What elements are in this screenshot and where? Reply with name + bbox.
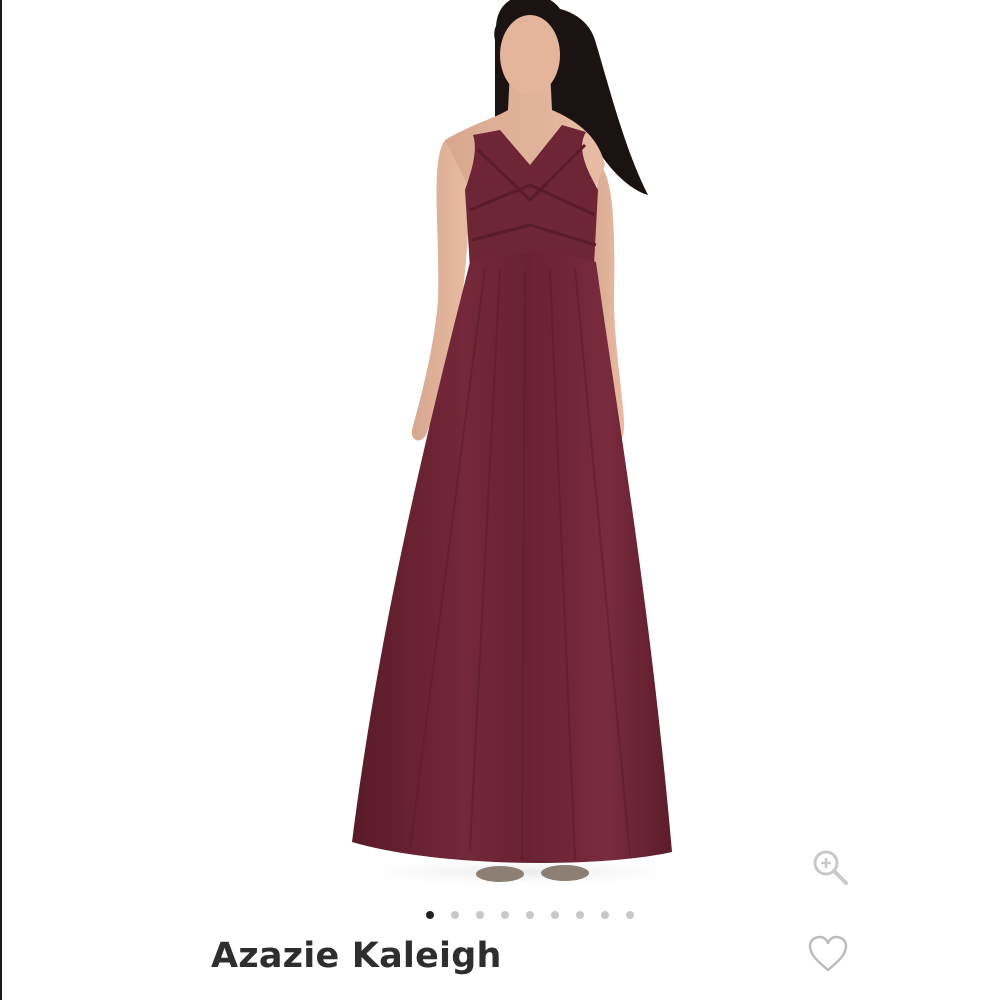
face <box>500 15 560 95</box>
pager-dot[interactable] <box>551 911 559 919</box>
pager-dot[interactable] <box>451 911 459 919</box>
pager-dot[interactable] <box>626 911 634 919</box>
pager-dot[interactable] <box>576 911 584 919</box>
right-shoe <box>541 865 589 881</box>
product-title: Azazie Kaleigh <box>211 936 502 976</box>
pager-dot[interactable] <box>501 911 509 919</box>
left-shoe <box>476 866 524 882</box>
image-pager <box>0 908 1000 922</box>
zoom-button[interactable] <box>808 845 852 889</box>
favorite-button[interactable] <box>806 934 850 974</box>
pager-dot[interactable] <box>601 911 609 919</box>
product-photo[interactable] <box>0 0 1000 895</box>
skirt <box>352 253 672 863</box>
pager-dot[interactable] <box>426 911 434 919</box>
pager-dot[interactable] <box>526 911 534 919</box>
zoom-in-icon <box>813 850 848 885</box>
pager-dot[interactable] <box>476 911 484 919</box>
product-screen: Azazie Kaleigh <box>0 0 1000 1000</box>
heart-outline-icon <box>808 935 848 972</box>
dress-photo-illustration <box>330 0 710 888</box>
